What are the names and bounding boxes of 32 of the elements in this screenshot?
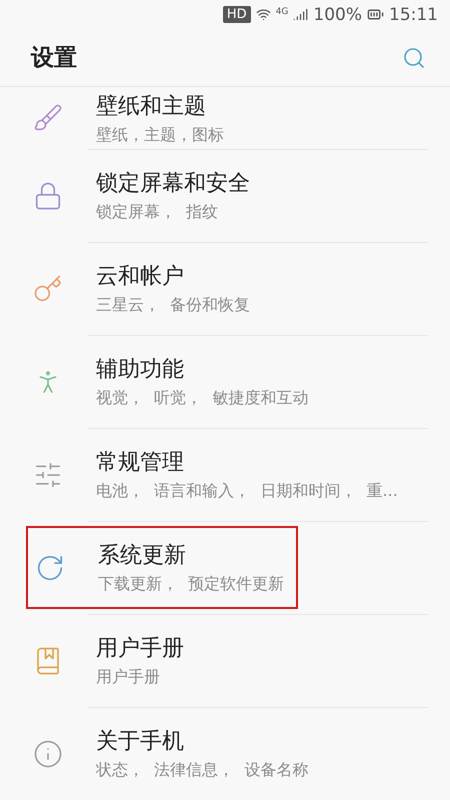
- setting-summary: 状态， 法律信息， 设备名称: [96, 760, 308, 781]
- settings-row[interactable]: 用户手册 用户手册: [0, 614, 450, 707]
- battery-percent: 100%: [313, 4, 362, 25]
- setting-summary: 电池， 语言和输入， 日期和时间， 重...: [96, 481, 398, 502]
- page-title: 设置: [31, 44, 77, 74]
- setting-summary: 用户手册: [96, 667, 161, 688]
- search-button[interactable]: [402, 46, 426, 70]
- setting-title[interactable]: 常规管理: [96, 447, 398, 477]
- wifi-icon: [256, 7, 271, 22]
- network-label: 4G: [276, 7, 288, 17]
- hd-badge: HD: [222, 6, 251, 24]
- settings-row[interactable]: 云和帐户 三星云， 备份和恢复: [0, 242, 450, 335]
- setting-title[interactable]: 辅助功能: [96, 354, 308, 384]
- settings-row[interactable]: 壁纸和主题 壁纸，主题，图标: [0, 87, 450, 149]
- setting-summary: 视觉， 听觉， 敏捷度和互动: [96, 388, 308, 409]
- setting-summary: 锁定屏幕， 指纹: [96, 202, 220, 223]
- setting-title[interactable]: 关于手机: [96, 726, 308, 756]
- setting-title[interactable]: 壁纸和主题: [96, 90, 224, 120]
- settings-row[interactable]: 关于手机 状态， 法律信息， 设备名称: [0, 707, 450, 800]
- settings-row[interactable]: 系统更新 下载更新， 预定软件更新: [0, 521, 450, 614]
- setting-title[interactable]: 系统更新: [98, 540, 284, 570]
- clock: 15:11: [389, 4, 438, 25]
- settings-row[interactable]: 常规管理 电池， 语言和输入， 日期和时间， 重...: [0, 428, 450, 521]
- setting-title[interactable]: 用户手册: [96, 633, 184, 663]
- settings-row[interactable]: 辅助功能 视觉， 听觉， 敏捷度和互动: [0, 335, 450, 428]
- signal-icon: [293, 7, 308, 22]
- setting-title[interactable]: 云和帐户: [96, 261, 250, 291]
- settings-row[interactable]: 锁定屏幕和安全 锁定屏幕， 指纹: [0, 149, 450, 242]
- setting-summary: 壁纸，主题，图标: [96, 124, 224, 146]
- setting-title[interactable]: 锁定屏幕和安全: [96, 168, 250, 198]
- setting-summary: 下载更新， 预定软件更新: [98, 574, 284, 595]
- setting-summary: 三星云， 备份和恢复: [96, 295, 250, 316]
